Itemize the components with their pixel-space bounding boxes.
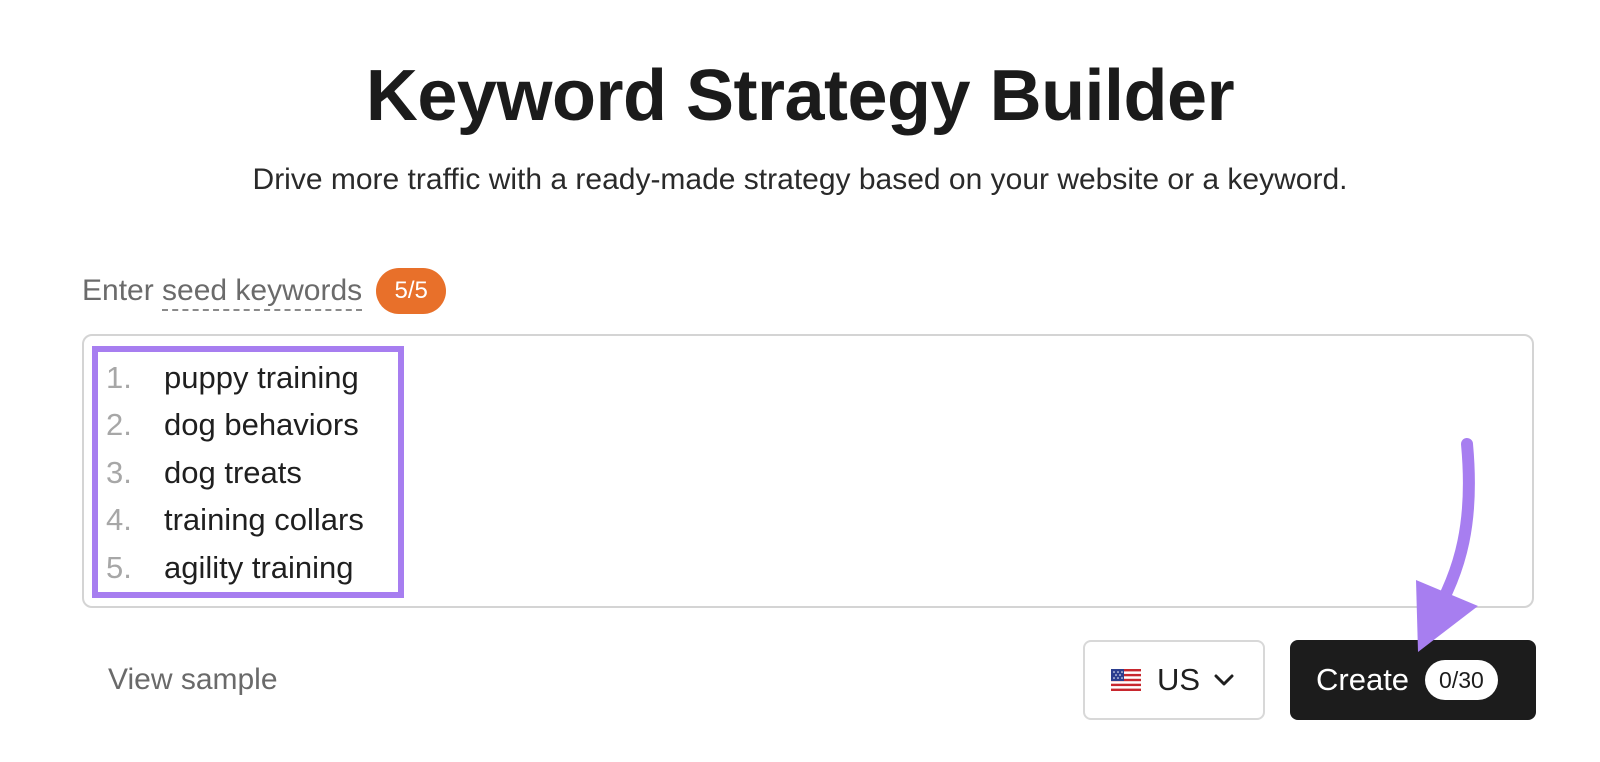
seed-count-badge: 5/5	[376, 268, 447, 314]
country-label: US	[1157, 662, 1201, 697]
create-button-label: Create	[1316, 662, 1410, 697]
view-sample-link[interactable]: View sample	[108, 660, 278, 700]
page-subtitle: Drive more traffic with a ready-made str…	[252, 163, 1348, 196]
seed-keywords-label-row: Enter seed keywords 5/5	[82, 268, 447, 314]
keywords-highlight-box	[92, 346, 404, 598]
seed-keywords-tooltip-link[interactable]: seed keywords	[162, 274, 363, 311]
page-title: Keyword Strategy Builder	[365, 56, 1235, 136]
create-button[interactable]: Create 0/30	[1290, 640, 1536, 720]
create-count-badge: 0/30	[1425, 660, 1498, 700]
seed-label-prefix: Enter	[82, 274, 163, 307]
keyword-strategy-builder-page: Keyword Strategy Builder Drive more traf…	[0, 0, 1600, 762]
seed-keywords-label: Enter seed keywords	[82, 271, 363, 311]
chevron-down-icon	[1214, 674, 1234, 686]
country-select[interactable]: US	[1083, 640, 1265, 720]
us-flag-icon	[1111, 669, 1141, 691]
